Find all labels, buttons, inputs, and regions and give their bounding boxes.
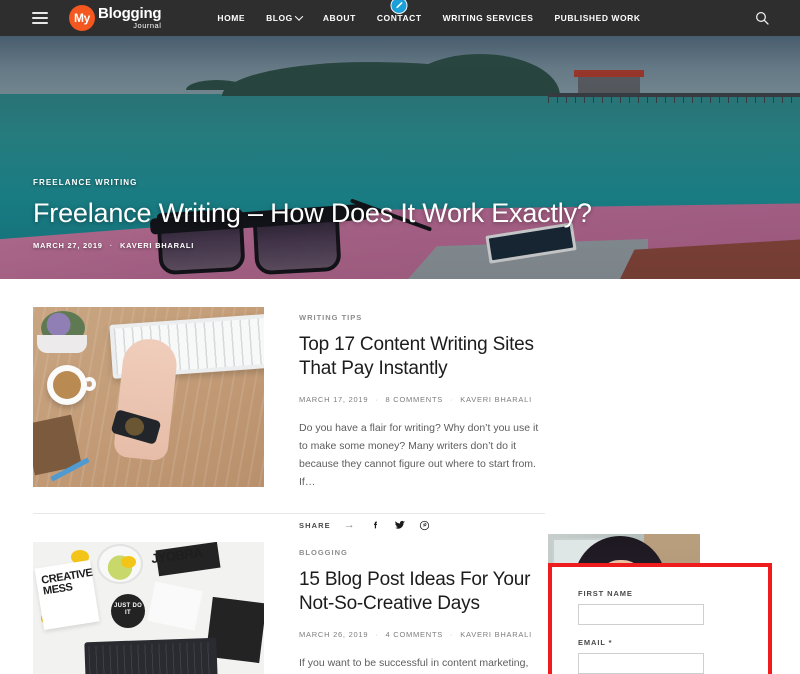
hero-date: MARCH 27, 2019 bbox=[33, 241, 103, 250]
hero-meta-separator: · bbox=[109, 241, 113, 250]
share-label: SHARE bbox=[299, 520, 331, 530]
meta-separator: · bbox=[450, 395, 454, 405]
coffee-mug-handle bbox=[83, 377, 96, 391]
site-logo[interactable]: My Blogging Journal bbox=[69, 5, 162, 31]
search-icon[interactable] bbox=[754, 10, 770, 26]
post-category-1[interactable]: WRITING TIPS bbox=[299, 313, 545, 322]
subscribe-form: FIRST NAME EMAIL * We keep your data pri… bbox=[552, 567, 768, 674]
nav-item-about[interactable]: ABOUT bbox=[323, 13, 356, 23]
hero-category[interactable]: FREELANCE WRITING bbox=[33, 178, 592, 187]
post-category-2[interactable]: BLOGGING bbox=[299, 548, 545, 557]
logo-main-text: Blogging bbox=[98, 5, 162, 23]
hamburger-bar bbox=[32, 22, 48, 24]
post-title-2[interactable]: 15 Blog Post Ideas For Your Not-So-Creat… bbox=[299, 568, 545, 616]
main-content: WRITING TIPS Top 17 Content Writing Site… bbox=[0, 279, 800, 674]
email-input[interactable] bbox=[578, 653, 704, 674]
post-date-2: MARCH 26, 2019 bbox=[299, 630, 369, 640]
twitter-icon[interactable] bbox=[394, 519, 406, 531]
hamburger-bar bbox=[32, 17, 48, 19]
pinterest-icon[interactable] bbox=[419, 520, 430, 531]
nav-item-published-work[interactable]: PUBLISHED WORK bbox=[554, 13, 640, 23]
nav-item-blog[interactable]: BLOG bbox=[266, 12, 304, 23]
logo-badge: My bbox=[69, 5, 95, 31]
flatlay-creative-mess-card: CREATIVE MESS bbox=[34, 560, 100, 630]
field-spacer bbox=[578, 625, 742, 638]
hero-banner[interactable]: FREELANCE WRITING Freelance Writing – Ho… bbox=[0, 36, 800, 279]
post-card-2: JYOBRA CREATIVE MESS JUST DO IT BLOGGING… bbox=[33, 542, 545, 674]
post-excerpt-2: If you want to be successful in content … bbox=[299, 657, 529, 670]
post-body-1: WRITING TIPS Top 17 Content Writing Site… bbox=[264, 307, 545, 531]
nav-label: CONTACT bbox=[376, 13, 422, 23]
post-thumbnail-1[interactable] bbox=[33, 307, 264, 487]
post-meta-2: MARCH 26, 2019 · 4 COMMENTS · KAVERI BHA… bbox=[299, 630, 545, 639]
logo-text: Blogging Journal bbox=[98, 5, 162, 31]
coffee-mug bbox=[47, 365, 87, 405]
facebook-icon[interactable] bbox=[370, 520, 381, 531]
nav-label: WRITING SERVICES bbox=[442, 13, 534, 23]
nav-item-writing-services[interactable]: WRITING SERVICES bbox=[443, 13, 534, 23]
post-author-1[interactable]: KAVERI BHARALI bbox=[460, 395, 532, 404]
flatlay-flower bbox=[121, 556, 136, 568]
nav-item-contact[interactable]: CONTACT bbox=[377, 13, 422, 23]
site-header: My Blogging Journal HOME BLOG ABOUT CONT… bbox=[0, 0, 800, 36]
nav-label: BLOG bbox=[266, 13, 293, 23]
nav-contact-wrapper: CONTACT bbox=[377, 0, 422, 23]
logo-sub-text: Journal bbox=[133, 21, 162, 31]
post-card-1: WRITING TIPS Top 17 Content Writing Site… bbox=[33, 307, 545, 531]
share-row-1: SHARE → bbox=[299, 519, 545, 531]
hamburger-menu-icon[interactable] bbox=[32, 12, 48, 24]
chevron-down-icon bbox=[294, 12, 304, 21]
post-excerpt-1: Do you have a flair for writing? Why don… bbox=[299, 422, 539, 489]
post-comments-1[interactable]: 8 COMMENTS bbox=[386, 395, 444, 404]
nav-label: ABOUT bbox=[322, 13, 356, 23]
nav-label: PUBLISHED WORK bbox=[554, 13, 641, 23]
post-title-1[interactable]: Top 17 Content Writing Sites That Pay In… bbox=[299, 333, 545, 381]
arrow-right-icon: → bbox=[343, 519, 355, 532]
hamburger-bar bbox=[32, 12, 48, 14]
main-navigation: HOME BLOG ABOUT CONTACT WRITING SERVICES… bbox=[217, 0, 640, 23]
email-label: EMAIL * bbox=[578, 638, 613, 647]
subscribe-form-highlight: FIRST NAME EMAIL * We keep your data pri… bbox=[548, 563, 772, 674]
post-comments-2[interactable]: 4 COMMENTS bbox=[386, 630, 444, 639]
post-divider bbox=[33, 513, 545, 514]
page-root: My Blogging Journal HOME BLOG ABOUT CONT… bbox=[0, 0, 800, 674]
post-date-1: MARCH 17, 2019 bbox=[299, 395, 369, 405]
flatlay-glass-jar bbox=[97, 544, 143, 584]
first-name-label: FIRST NAME bbox=[578, 589, 633, 598]
meta-separator: · bbox=[450, 630, 454, 640]
hero-text-block: FREELANCE WRITING Freelance Writing – Ho… bbox=[33, 178, 592, 250]
meta-separator: · bbox=[375, 395, 379, 405]
post-author-2[interactable]: KAVERI BHARALI bbox=[460, 630, 532, 639]
hero-meta: MARCH 27, 2019 · KAVERI BHARALI bbox=[33, 241, 592, 250]
flatlay-just-do-it-badge: JUST DO IT bbox=[111, 594, 145, 628]
post-body-2: BLOGGING 15 Blog Post Ideas For Your Not… bbox=[264, 542, 545, 674]
post-thumbnail-2[interactable]: JYOBRA CREATIVE MESS JUST DO IT bbox=[33, 542, 264, 674]
first-name-input[interactable] bbox=[578, 604, 704, 625]
post-meta-1: MARCH 17, 2019 · 8 COMMENTS · KAVERI BHA… bbox=[299, 395, 545, 404]
nav-item-home[interactable]: HOME bbox=[217, 13, 245, 23]
hero-author[interactable]: KAVERI BHARALI bbox=[120, 241, 194, 250]
nav-label: HOME bbox=[217, 13, 246, 23]
hero-title[interactable]: Freelance Writing – How Does It Work Exa… bbox=[33, 199, 592, 229]
flatlay-keyboard bbox=[84, 637, 218, 674]
plant-pot bbox=[37, 335, 87, 353]
meta-separator: · bbox=[375, 630, 379, 640]
pen-cursor-icon bbox=[390, 0, 408, 14]
